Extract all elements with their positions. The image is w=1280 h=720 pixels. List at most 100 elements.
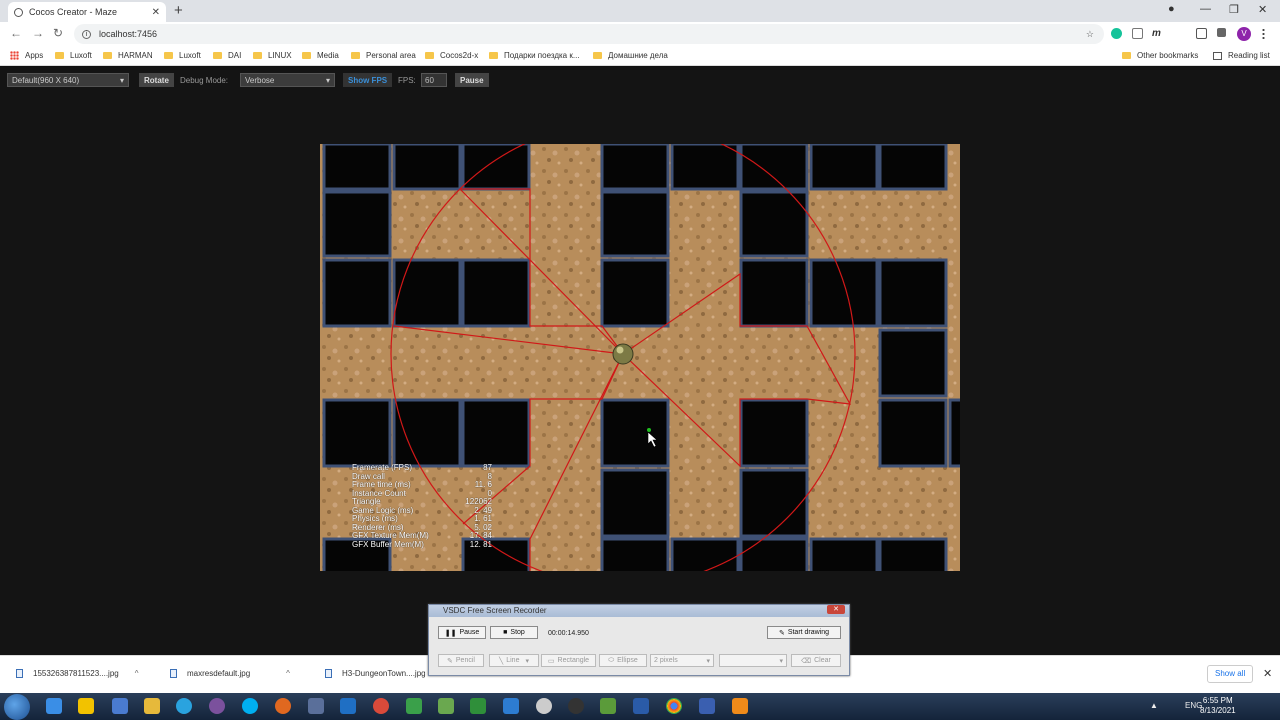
chevron-up-icon[interactable]: ^ [286, 669, 290, 678]
app-icon[interactable] [112, 698, 128, 714]
app-icon[interactable] [275, 698, 291, 714]
menu-dots-icon[interactable] [1262, 28, 1265, 39]
explorer-icon[interactable] [46, 698, 62, 714]
extension-icon[interactable] [1132, 28, 1143, 39]
tray-arrow-icon[interactable]: ▲ [1150, 701, 1158, 710]
debug-mode-select[interactable]: Verbose ▾ [240, 73, 335, 87]
download-item[interactable]: 155326387811523....jpg ^ [16, 669, 138, 678]
download-item[interactable]: H3-DungeonTown....jpg [325, 669, 426, 678]
resolution-select[interactable]: Default(960 X 640) ▾ [7, 73, 129, 87]
app-icon[interactable] [308, 698, 324, 714]
browser-toolbar: ← → ↻ i localhost:7456 ☆ m [0, 22, 1280, 46]
bookmark-personal-area[interactable]: Personal area [351, 51, 416, 60]
skype-icon[interactable] [242, 698, 258, 714]
fps-label: FPS: [398, 75, 416, 85]
pencil-tool[interactable]: ✎ Pencil [438, 654, 484, 667]
grammarly-icon[interactable] [1111, 28, 1122, 39]
system-clock[interactable]: 6:55 PM 8/13/2021 [1200, 696, 1236, 716]
viber-icon[interactable] [209, 698, 225, 714]
folder-icon [213, 52, 222, 59]
browser-tab[interactable]: Cocos Creator - Maze ✕ [8, 2, 166, 22]
telegram-icon[interactable] [176, 698, 192, 714]
apps-grid-icon [10, 51, 19, 60]
vscode-icon[interactable] [503, 698, 519, 714]
bookmark-cocos2dx[interactable]: Cocos2d-x [425, 51, 478, 60]
show-fps-button[interactable]: Show FPS [343, 73, 393, 87]
file-icon [325, 669, 332, 678]
color-select[interactable]: ▾ [719, 654, 787, 667]
stop-icon: ■ [503, 629, 508, 636]
rectangle-tool[interactable]: ▭ Rectangle [541, 654, 596, 667]
bookmark-dai[interactable]: DAI [213, 51, 241, 60]
folder-icon [253, 52, 262, 59]
pencil-icon: ✎ [447, 657, 453, 665]
app-icon[interactable] [699, 698, 715, 714]
bookmark-star-icon[interactable]: ☆ [1086, 29, 1094, 40]
restore-icon[interactable]: ❐ [1229, 3, 1239, 16]
camera-icon[interactable] [1196, 28, 1207, 39]
reload-icon[interactable]: ↻ [53, 26, 63, 40]
app-icon[interactable] [373, 698, 389, 714]
github-icon[interactable] [568, 698, 584, 714]
close-icon[interactable]: ✕ [1263, 667, 1272, 680]
app-icon[interactable] [470, 698, 486, 714]
outlook-icon[interactable] [340, 698, 356, 714]
line-icon: ╲ [499, 657, 504, 665]
bookmark-apps[interactable]: Apps [10, 51, 43, 60]
vsdc-recorder-window: VSDC Free Screen Recorder ✕ ❚❚ Pause ■ Sto… [428, 604, 850, 676]
recorder-title: VSDC Free Screen Recorder ✕ [429, 605, 849, 617]
bookmark-podarki[interactable]: Подарки поездка к... [489, 51, 580, 60]
chrome-icon[interactable] [666, 698, 682, 714]
bookmark-other[interactable]: Other bookmarks [1122, 51, 1198, 60]
vlc-icon[interactable] [732, 698, 748, 714]
minimize-icon[interactable]: — [1200, 3, 1211, 15]
new-tab-icon[interactable]: + [174, 2, 183, 20]
bookmark-luxoft-2[interactable]: Luxoft [164, 51, 201, 60]
profile-avatar[interactable]: V [1237, 27, 1251, 41]
puzzle-icon[interactable] [1217, 28, 1226, 37]
bookmark-harman[interactable]: HARMAN [103, 51, 153, 60]
back-icon[interactable]: ← [10, 26, 22, 40]
close-icon[interactable]: ✕ [827, 605, 845, 614]
start-button[interactable] [4, 694, 30, 720]
globe-icon [14, 7, 23, 17]
app-icon[interactable] [406, 698, 422, 714]
download-item[interactable]: maxresdefault.jpg ^ [170, 669, 290, 678]
rotate-button[interactable]: Rotate [139, 73, 174, 87]
bookmark-luxoft[interactable]: Luxoft [55, 51, 92, 60]
screen: Cocos Creator - Maze ✕ + ● — ❐ ✕ ← → ↻ i… [0, 0, 1280, 720]
app-icon[interactable] [536, 698, 552, 714]
folder-icon[interactable] [144, 698, 160, 714]
app-icon[interactable] [78, 698, 94, 714]
app-icon[interactable] [600, 698, 616, 714]
forward-icon[interactable]: → [32, 26, 44, 40]
game-canvas[interactable]: Framerate (FPS) 87 Draw call 8 Frame time … [320, 144, 960, 571]
clear-button[interactable]: ⌫ Clear [791, 654, 841, 667]
m-extension-icon[interactable]: m [1152, 28, 1164, 39]
game-preview-page: Default(960 X 640) ▾ Rotate Debug Mode: V… [0, 67, 1280, 655]
ellipse-tool[interactable]: ⬭ Ellipse [599, 654, 647, 667]
start-drawing-button[interactable]: ✎ Start drawing [767, 626, 841, 639]
app-icon[interactable] [438, 698, 454, 714]
address-bar[interactable]: i localhost:7456 ☆ [74, 24, 1104, 44]
show-all-button[interactable]: Show all [1207, 665, 1254, 683]
bookmark-linux[interactable]: LINUX [253, 51, 292, 60]
reading-list[interactable]: Reading list [1213, 51, 1270, 60]
pause-button[interactable]: Pause [455, 73, 489, 87]
url-text: localhost:7456 [99, 29, 158, 39]
app-icon[interactable] [633, 698, 649, 714]
bookmark-media[interactable]: Media [302, 51, 339, 60]
recorder-stop-button[interactable]: ■ Stop [490, 626, 538, 639]
info-icon[interactable]: i [82, 29, 91, 39]
fps-input[interactable]: 60 [421, 73, 447, 87]
recorder-pause-button[interactable]: ❚❚ Pause [438, 626, 486, 639]
stroke-width-select[interactable]: 2 pixels ▾ [650, 654, 714, 667]
close-window-icon[interactable]: ✕ [1258, 3, 1267, 16]
close-tab-icon[interactable]: ✕ [152, 7, 160, 18]
bookmark-domashnie[interactable]: Домашние дела [593, 51, 668, 60]
chevron-down-icon: ▾ [779, 657, 783, 665]
chevron-up-icon[interactable]: ^ [135, 669, 139, 678]
line-tool[interactable]: ╲ Line ▾ [489, 654, 539, 667]
folder-icon [103, 52, 112, 59]
tab-search-icon[interactable]: ● [1168, 3, 1175, 15]
